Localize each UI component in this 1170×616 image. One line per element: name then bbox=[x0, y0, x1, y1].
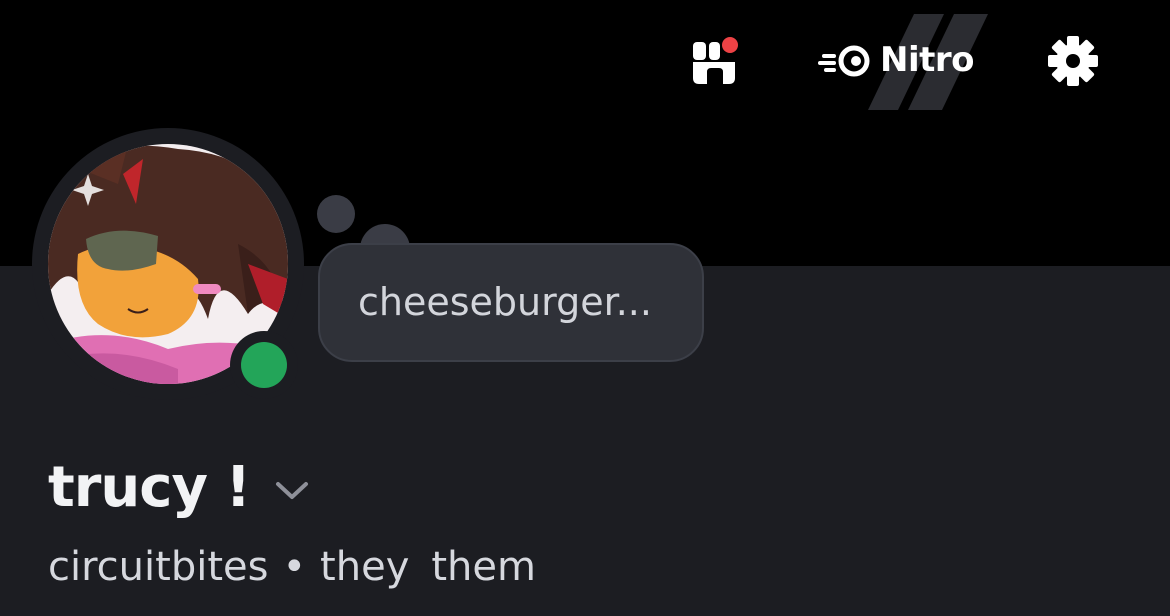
pronoun-2: them bbox=[431, 544, 536, 590]
display-name-row[interactable]: trucy ! bbox=[48, 448, 310, 528]
nitro-icon bbox=[818, 45, 870, 77]
shop-button[interactable] bbox=[688, 34, 742, 88]
shop-icon bbox=[693, 35, 740, 84]
settings-button[interactable] bbox=[1046, 34, 1100, 88]
top-actions-bar: Nitro bbox=[0, 0, 1170, 120]
thought-bubble-dot-small bbox=[317, 195, 355, 233]
display-name: trucy ! bbox=[48, 455, 251, 520]
chevron-down-icon bbox=[276, 482, 308, 499]
nitro-button[interactable]: Nitro bbox=[812, 14, 988, 110]
profile-subtitle: circuitbites • they them bbox=[48, 540, 536, 594]
subtitle-separator: • bbox=[282, 544, 307, 590]
custom-status-bubble[interactable]: cheeseburger... bbox=[318, 243, 704, 362]
online-status-indicator bbox=[241, 342, 287, 388]
username: circuitbites bbox=[48, 544, 269, 590]
shop-notification-dot bbox=[722, 37, 738, 53]
gear-icon bbox=[1048, 36, 1098, 86]
nitro-label: Nitro bbox=[880, 40, 975, 80]
pronoun-1: they bbox=[320, 544, 410, 590]
custom-status-text: cheeseburger... bbox=[358, 280, 652, 324]
